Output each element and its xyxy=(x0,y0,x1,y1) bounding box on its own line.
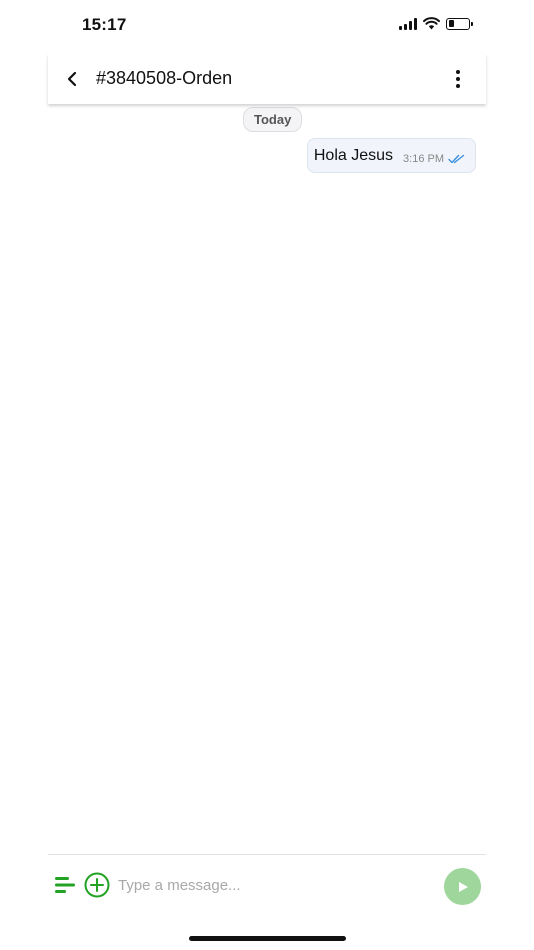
battery-icon xyxy=(446,17,473,30)
message-composer xyxy=(48,854,486,915)
add-attachment-button[interactable] xyxy=(84,872,110,898)
quick-replies-button[interactable] xyxy=(54,874,76,896)
message-time: 3:16 PM xyxy=(403,153,444,165)
cellular-signal-icon xyxy=(399,17,417,30)
send-arrow-icon xyxy=(458,881,468,892)
status-bar: 15:17 xyxy=(0,0,534,54)
wifi-icon xyxy=(423,17,440,30)
message-text: Hola Jesus xyxy=(313,147,394,164)
message-list: Today Hola Jesus 3:16 PM xyxy=(48,104,486,854)
home-indicator[interactable] xyxy=(189,936,346,941)
back-button[interactable] xyxy=(60,67,84,91)
chevron-left-icon xyxy=(67,71,77,87)
more-vertical-icon xyxy=(456,70,460,88)
chat-header: #3840508-Orden xyxy=(48,54,486,104)
outgoing-message[interactable]: Hola Jesus 3:16 PM xyxy=(306,138,476,173)
message-input[interactable] xyxy=(118,873,418,897)
more-options-button[interactable] xyxy=(446,66,470,92)
double-check-icon xyxy=(448,154,465,164)
menu-lines-icon xyxy=(55,877,75,893)
plus-circle-icon xyxy=(84,872,110,898)
status-time: 15:17 xyxy=(82,15,127,34)
status-icons xyxy=(399,17,473,30)
date-separator: Today xyxy=(243,107,303,132)
page-title: #3840508-Orden xyxy=(96,68,233,88)
battery-level xyxy=(448,20,454,27)
send-button[interactable] xyxy=(444,868,481,905)
message-meta: 3:16 PM xyxy=(403,153,465,166)
